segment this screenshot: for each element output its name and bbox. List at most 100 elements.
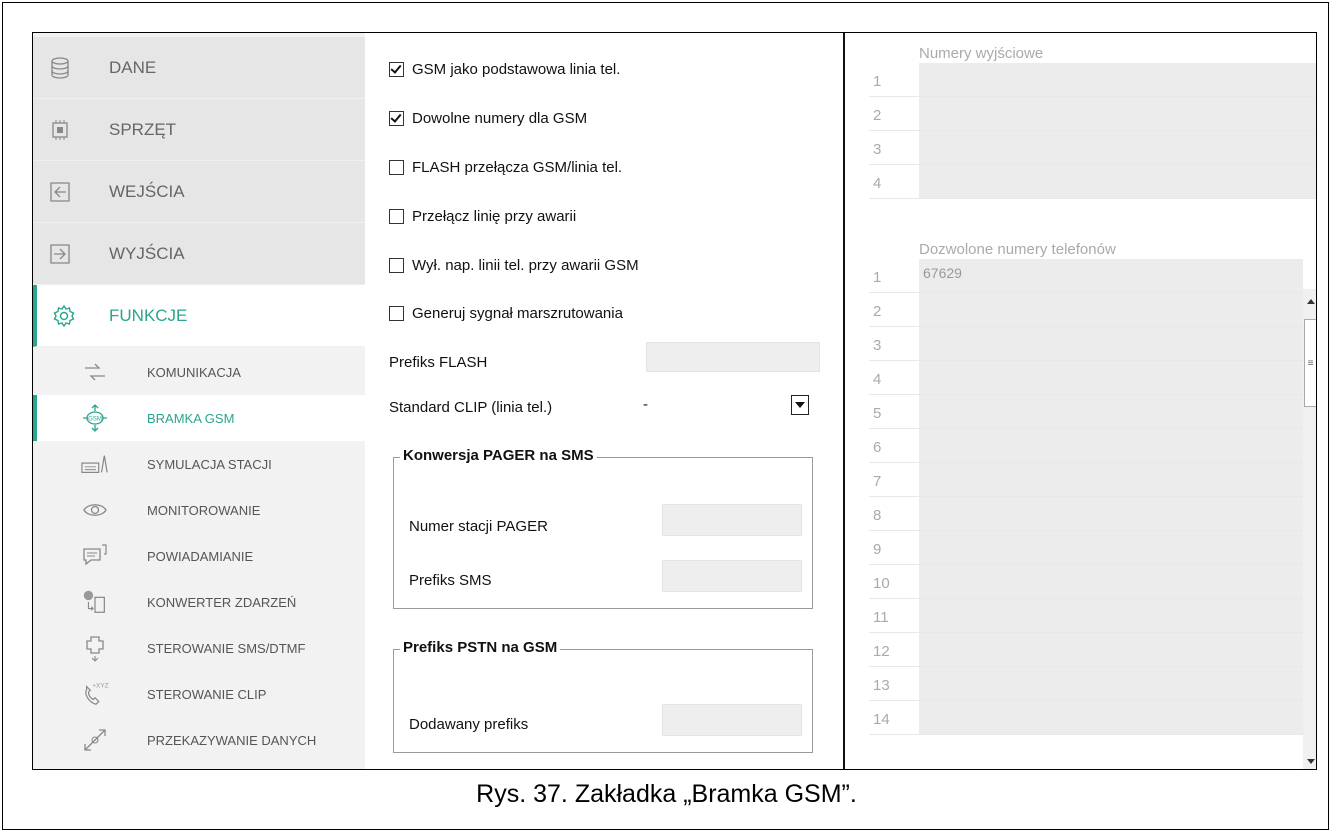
nav-item-funkcje[interactable]: FUNKCJE (33, 285, 365, 347)
option-label: Dowolne numery dla GSM (412, 110, 588, 127)
control-puzzle-icon (81, 634, 109, 662)
option-label: FLASH przełącza GSM/linia tel. (412, 159, 623, 176)
scroll-thumb[interactable]: ≡ (1304, 319, 1316, 407)
number-cell[interactable] (919, 293, 1303, 326)
row-number: 3 (873, 337, 882, 354)
sms-prefix-label: Prefiks SMS (409, 572, 492, 589)
number-cell[interactable] (919, 97, 1316, 130)
cell-value: 67629 (923, 265, 962, 281)
svg-text:GSM: GSM (88, 417, 102, 423)
number-cell[interactable] (919, 701, 1303, 734)
event-converter-icon (81, 588, 109, 616)
number-cell[interactable] (919, 327, 1303, 360)
number-cell[interactable] (919, 429, 1303, 462)
table-row: 2 (869, 293, 1316, 327)
number-cell[interactable] (919, 361, 1303, 394)
checkbox-checked[interactable] (389, 111, 404, 126)
table-row: 6 (869, 429, 1316, 463)
pager-station-input[interactable] (662, 504, 802, 536)
nav-sub-label: MONITOROWANIE (147, 502, 261, 518)
flash-prefix-label: Prefiks FLASH (389, 354, 488, 371)
number-cell[interactable] (919, 565, 1303, 598)
row-number: 11 (873, 609, 889, 626)
option-routing-signal[interactable]: Generuj sygnał marszrutowania (389, 305, 623, 322)
table-row: 5 (869, 395, 1316, 429)
output-numbers-title: Numery wyjściowe (919, 45, 1044, 62)
clip-standard-select[interactable]: - (635, 392, 809, 420)
option-gsm-primary-line[interactable]: GSM jako podstawowa linia tel. (389, 61, 620, 78)
number-cell[interactable] (919, 667, 1303, 700)
nav-sub-komunikacja[interactable]: KOMUNIKACJA (33, 349, 365, 395)
row-number: 8 (873, 507, 882, 524)
row-number: 14 (873, 711, 890, 728)
table-row: 7 (869, 463, 1316, 497)
scroll-down-icon[interactable] (1303, 753, 1316, 769)
row-number: 1 (873, 73, 882, 90)
checkbox[interactable] (389, 209, 404, 224)
option-flash-switch[interactable]: FLASH przełącza GSM/linia tel. (389, 159, 622, 176)
nav-item-label: WYJŚCIA (109, 243, 185, 263)
checkbox-checked[interactable] (389, 62, 404, 77)
table-row: 13 (869, 667, 1316, 701)
number-cell[interactable] (919, 63, 1316, 96)
nav-sub-konwerter-zdarzen[interactable]: KONWERTER ZDARZEŃ (33, 579, 365, 625)
nav-sub-label: STEROWANIE CLIP (147, 686, 267, 702)
number-cell[interactable] (919, 497, 1303, 530)
row-number: 7 (873, 473, 882, 490)
checkbox[interactable] (389, 306, 404, 321)
option-switch-on-failure[interactable]: Przełącz linię przy awarii (389, 208, 576, 225)
row-number: 2 (873, 107, 882, 124)
row-number: 5 (873, 405, 882, 422)
pstn-gsm-group-title: Prefiks PSTN na GSM (400, 639, 561, 656)
nav-sub-sterowanie-clip[interactable]: +XYZ STEROWANIE CLIP (33, 671, 365, 717)
nav-sub-label: KONWERTER ZDARZEŃ (147, 594, 297, 610)
table-row: 14 (869, 701, 1316, 735)
nav-sub-bramka-gsm[interactable]: GSM BRAMKA GSM (33, 395, 365, 441)
number-cell[interactable] (919, 599, 1303, 632)
added-prefix-input[interactable] (662, 704, 802, 736)
table-row: 12 (869, 633, 1316, 667)
table-row: 10 (869, 565, 1316, 599)
row-number: 4 (873, 175, 882, 192)
gsm-gateway-icon: GSM (81, 404, 109, 432)
number-cell[interactable] (919, 463, 1303, 496)
option-line-power-off[interactable]: Wył. nap. linii tel. przy awarii GSM (389, 257, 639, 274)
nav-sub-symulacja-stacji[interactable]: SYMULACJA STACJI (33, 441, 365, 487)
row-number: 9 (873, 541, 882, 558)
checkbox[interactable] (389, 258, 404, 273)
option-any-numbers-gsm[interactable]: Dowolne numery dla GSM (389, 110, 587, 127)
nav-item-dane[interactable]: DANE (33, 37, 365, 99)
row-number: 12 (873, 643, 890, 660)
table-row: 1 (869, 63, 1316, 97)
nav-sub-label: STEROWANIE SMS/DTMF (147, 640, 306, 656)
sms-prefix-input[interactable] (662, 560, 802, 592)
nav-sub-powiadamianie[interactable]: POWIADAMIANIE (33, 533, 365, 579)
allowed-numbers-scrollbar[interactable]: ≡ (1303, 289, 1316, 769)
number-cell[interactable]: 67629 (919, 259, 1303, 292)
option-label: GSM jako podstawowa linia tel. (412, 61, 621, 78)
table-row: 9 (869, 531, 1316, 565)
nav-item-label: DANE (109, 57, 157, 77)
number-cell[interactable] (919, 165, 1316, 198)
station-simulation-icon (81, 450, 109, 478)
input-arrow-icon (47, 179, 73, 205)
nav-sub-sterowanie-sms-dtmf[interactable]: STEROWANIE SMS/DTMF (33, 625, 365, 671)
number-cell[interactable] (919, 531, 1303, 564)
nav-sub-przekazywanie-danych[interactable]: PRZEKAZYWANIE DANYCH (33, 717, 365, 763)
checkbox[interactable] (389, 160, 404, 175)
nav-item-label: WEJŚCIA (109, 181, 185, 201)
nav-sub-monitorowanie[interactable]: MONITOROWANIE (33, 487, 365, 533)
number-cell[interactable] (919, 131, 1316, 164)
nav-item-sprzet[interactable]: SPRZĘT (33, 99, 365, 161)
gear-icon (51, 303, 77, 329)
number-cell[interactable] (919, 633, 1303, 666)
chevron-down-icon[interactable] (791, 395, 809, 415)
nav-item-wyjscia[interactable]: WYJŚCIA (33, 223, 365, 285)
nav-item-wejscia[interactable]: WEJŚCIA (33, 161, 365, 223)
eye-icon (81, 496, 109, 524)
flash-prefix-input[interactable] (646, 342, 820, 372)
scroll-up-icon[interactable] (1303, 293, 1316, 309)
row-number: 6 (873, 439, 882, 456)
nav-sub-label: SYMULACJA STACJI (147, 456, 272, 472)
number-cell[interactable] (919, 395, 1303, 428)
